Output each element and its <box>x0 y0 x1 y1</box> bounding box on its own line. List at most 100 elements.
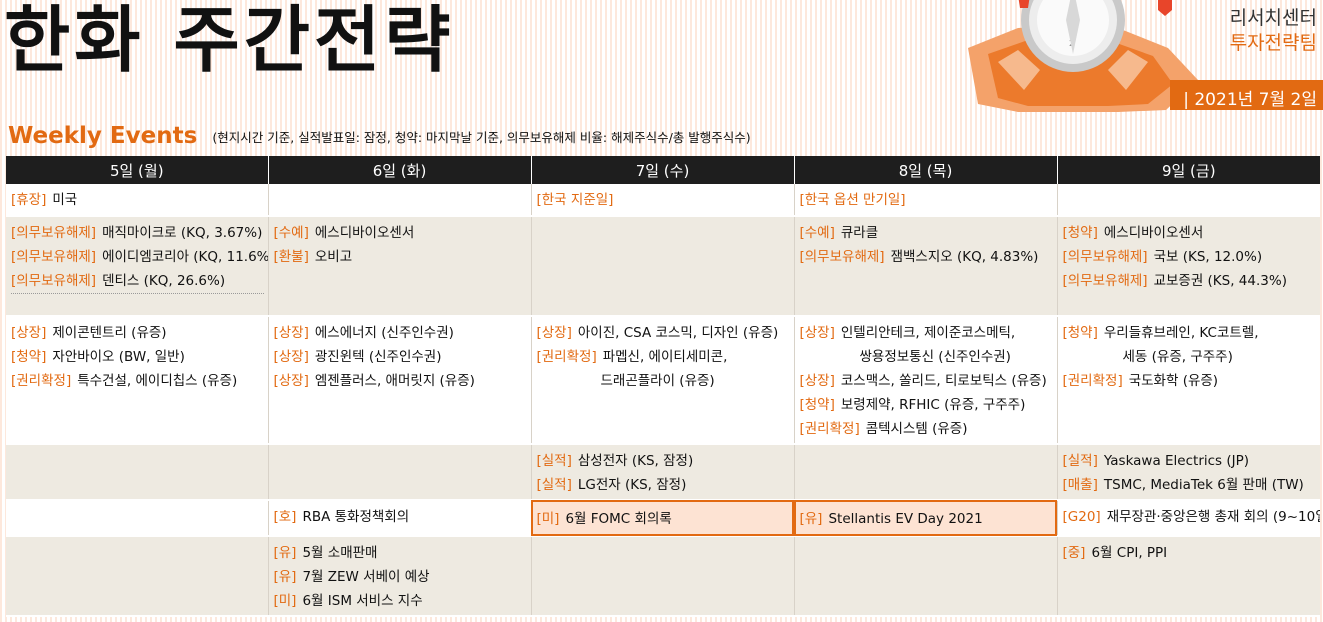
event-tag: [의무보유해제] <box>799 249 885 265</box>
event-item: [청약] 우리들휴브레인, KC코트렐, <box>1063 321 1317 345</box>
event-tag: [실적] <box>536 453 572 469</box>
event-cell: [한국 지준일] <box>530 184 794 217</box>
event-text: 에이디엠코리아 (KQ, 11.6%) <box>102 249 268 265</box>
event-text: 엠젠플러스, 애머릿지 (유증) <box>314 373 475 389</box>
event-item: [의무보유해제] 교보증권 (KS, 44.3%) <box>1063 269 1317 293</box>
event-tag: [미] <box>273 593 297 609</box>
event-item: [미] 6월 FOMC 회의록 <box>537 507 790 531</box>
event-item: [유] 7월 ZEW 서베이 예상 <box>274 565 527 589</box>
weekly-events-heading: Weekly Events <box>8 123 198 149</box>
event-text: 아이진, CSA 코스믹, 디자인 (유증) <box>577 325 779 341</box>
event-cell: [청약] 에스디바이오센서 [의무보유해제] 국보 (KS, 12.0%) [의무보유해… <box>1056 216 1320 317</box>
event-text: 쌍용정보통신 (신주인수권) <box>859 349 1011 365</box>
event-item: [미] 6월 ISM 서비스 지수 <box>274 589 527 613</box>
event-text: RBA 통화정책회의 <box>302 509 410 525</box>
event-cell: [실적] 삼성전자 (KS, 잠정) [실적] LG전자 (KS, 잠정) <box>530 444 794 501</box>
event-item: [유] Stellantis EV Day 2021 <box>800 507 1053 531</box>
event-item: [청약] 자안바이오 (BW, 일반) <box>11 345 264 369</box>
event-tag: [상장] <box>799 325 835 341</box>
event-text: 6월 ISM 서비스 지수 <box>302 593 423 609</box>
event-item: [의무보유해제] 매직마이크로 (KQ, 3.67%) <box>11 221 264 245</box>
event-text: 교보증권 (KS, 44.3%) <box>1153 273 1287 289</box>
research-team-label: 리서치센터 투자전략팀 <box>1230 6 1317 56</box>
event-tag: [실적] <box>536 477 572 493</box>
event-cell: [실적] Yaskawa Electrics (JP) [매출] TSMC, Medi… <box>1056 444 1320 501</box>
event-item: 세동 (유증, 구주주) <box>1063 345 1317 369</box>
event-cell: [상장] 아이진, CSA 코스믹, 디자인 (유증) [권리확정] 파멥신, 에이티… <box>530 316 794 445</box>
event-item: [권리확정] 국도화학 (유증) <box>1063 369 1317 393</box>
day-header: 9일 (금) <box>1056 156 1320 184</box>
event-item: [매출] TSMC, MediaTek 6월 판매 (TW) <box>1063 473 1317 497</box>
event-text: 코스맥스, 쏠리드, 티로보틱스 (유증) <box>840 373 1047 389</box>
event-item: 드래곤플라이 (유증) <box>537 369 790 393</box>
event-text: 6월 FOMC 회의록 <box>565 511 672 527</box>
event-text: 제이콘텐트리 (유증) <box>52 325 167 341</box>
strategy-team-label: 투자전략팀 <box>1229 32 1317 54</box>
event-tag: [청약] <box>799 397 835 413</box>
event-item: [상장] 인텔리안테크, 제이준코스메틱, <box>800 321 1053 345</box>
day-header: 6일 (화) <box>267 156 531 184</box>
event-item: [청약] 에스디바이오센서 <box>1063 221 1317 245</box>
report-date: | 2021년 7월 2일 <box>1183 90 1317 110</box>
event-text: 국도화학 (유증) <box>1128 373 1219 389</box>
event-cell: [청약] 우리들휴브레인, KC코트렐, 세동 (유증, 구주주) [권리확정] 국도화… <box>1056 316 1320 445</box>
event-cell: [상장] 제이콘텐트리 (유증) [청약] 자안바이오 (BW, 일반) [권리확정] 특… <box>6 316 268 445</box>
event-tag: [상장] <box>536 325 572 341</box>
event-text: 에스에너지 (신주인수권) <box>314 325 454 341</box>
event-tag: [상장] <box>11 325 47 341</box>
event-item: [수예] 큐라클 <box>800 221 1053 245</box>
event-tag: [상장] <box>799 373 835 389</box>
event-tag: [매출] <box>1062 477 1098 493</box>
event-item: [G20] 재무장관·중앙은행 총재 회의 (9~10일) <box>1062 505 1321 529</box>
event-tag: [유] <box>273 569 297 585</box>
event-tag: [의무보유해제] <box>11 225 97 241</box>
event-tag: [실적] <box>1062 453 1098 469</box>
event-cell <box>1056 184 1320 217</box>
events-body: [휴장] 미국 [한국 지준일] [한국 옵션 만기일] [의무보유해제] 매직마이크로 … <box>6 184 1321 617</box>
event-tag: [의무보유해제] <box>11 273 97 289</box>
event-cell <box>793 444 1057 501</box>
event-cell: [유] Stellantis EV Day 2021 <box>793 500 1057 537</box>
event-text: 오비고 <box>314 249 353 265</box>
event-tag: [권리확정] <box>11 373 72 389</box>
event-item: [의무보유해제] 에이디엠코리아 (KQ, 11.6%) <box>11 245 268 269</box>
event-cell: [미] 6월 FOMC 회의록 <box>530 500 794 537</box>
event-item: [휴장] 미국 <box>11 188 264 212</box>
event-text: 콤텍시스템 (유증) <box>865 421 968 437</box>
event-tag: [청약] <box>1062 225 1098 241</box>
event-text: TSMC, MediaTek 6월 판매 (TW) <box>1103 477 1304 493</box>
event-text: 광진윈텍 (신주인수권) <box>314 349 442 365</box>
event-tag: [권리확정] <box>799 421 860 437</box>
event-text: 파멥신, 에이티세미콘, <box>602 349 728 365</box>
page-title: 한화 주간전략 <box>4 0 455 82</box>
event-row: [상장] 제이콘텐트리 (유증) [청약] 자안바이오 (BW, 일반) [권리확정] 특… <box>6 316 1320 445</box>
event-text: 인텔리안테크, 제이준코스메틱, <box>840 325 1016 341</box>
event-item: [호] RBA 통화정책회의 <box>274 505 527 529</box>
event-item: [권리확정] 특수건설, 에이디칩스 (유증) <box>11 369 264 393</box>
event-cell <box>267 444 531 501</box>
day-header-row: 5일 (월) 6일 (화) 7일 (수) 8일 (목) 9일 (금) <box>6 156 1320 184</box>
event-text: 국보 (KS, 12.0%) <box>1153 249 1263 265</box>
event-tag: [수예] <box>799 225 835 241</box>
event-text: Yaskawa Electrics (JP) <box>1103 453 1250 469</box>
event-item: 쌍용정보통신 (신주인수권) <box>800 345 1053 369</box>
event-item: [상장] 제이콘텐트리 (유증) <box>11 321 264 345</box>
event-text: 세동 (유증, 구주주) <box>1122 349 1233 365</box>
subtitle-note: (현지시간 기준, 실적발표일: 잠정, 청약: 마지막날 기준, 의무보유해제… <box>212 129 751 145</box>
event-row: [휴장] 미국 [한국 지준일] [한국 옵션 만기일] <box>6 184 1320 217</box>
event-cell: [한국 옵션 만기일] <box>793 184 1057 217</box>
event-row: [유] 5월 소매판매 [유] 7월 ZEW 서베이 예상 [미] 6월 ISM 서비스 … <box>6 536 1320 617</box>
event-tag: [G20] <box>1062 509 1101 525</box>
event-text: 잼백스지오 (KQ, 4.83%) <box>890 249 1039 265</box>
event-text: 매직마이크로 (KQ, 3.67%) <box>102 225 263 241</box>
event-item: [권리확정] 콤텍시스템 (유증) <box>800 417 1053 441</box>
subtitle: Weekly Events (현지시간 기준, 실적발표일: 잠정, 청약: 마… <box>8 123 751 149</box>
event-text: 자안바이오 (BW, 일반) <box>52 349 185 365</box>
event-item: [상장] 에스에너지 (신주인수권) <box>274 321 527 345</box>
event-cell <box>530 536 794 617</box>
event-text: 보령제약, RFHIC (유증, 구주주) <box>840 397 1026 413</box>
event-cell <box>6 536 268 617</box>
research-center-label: 리서치센터 <box>1229 7 1317 29</box>
event-item: [상장] 코스맥스, 쏠리드, 티로보틱스 (유증) <box>800 369 1053 393</box>
event-tag: [의무보유해제] <box>1062 273 1148 289</box>
